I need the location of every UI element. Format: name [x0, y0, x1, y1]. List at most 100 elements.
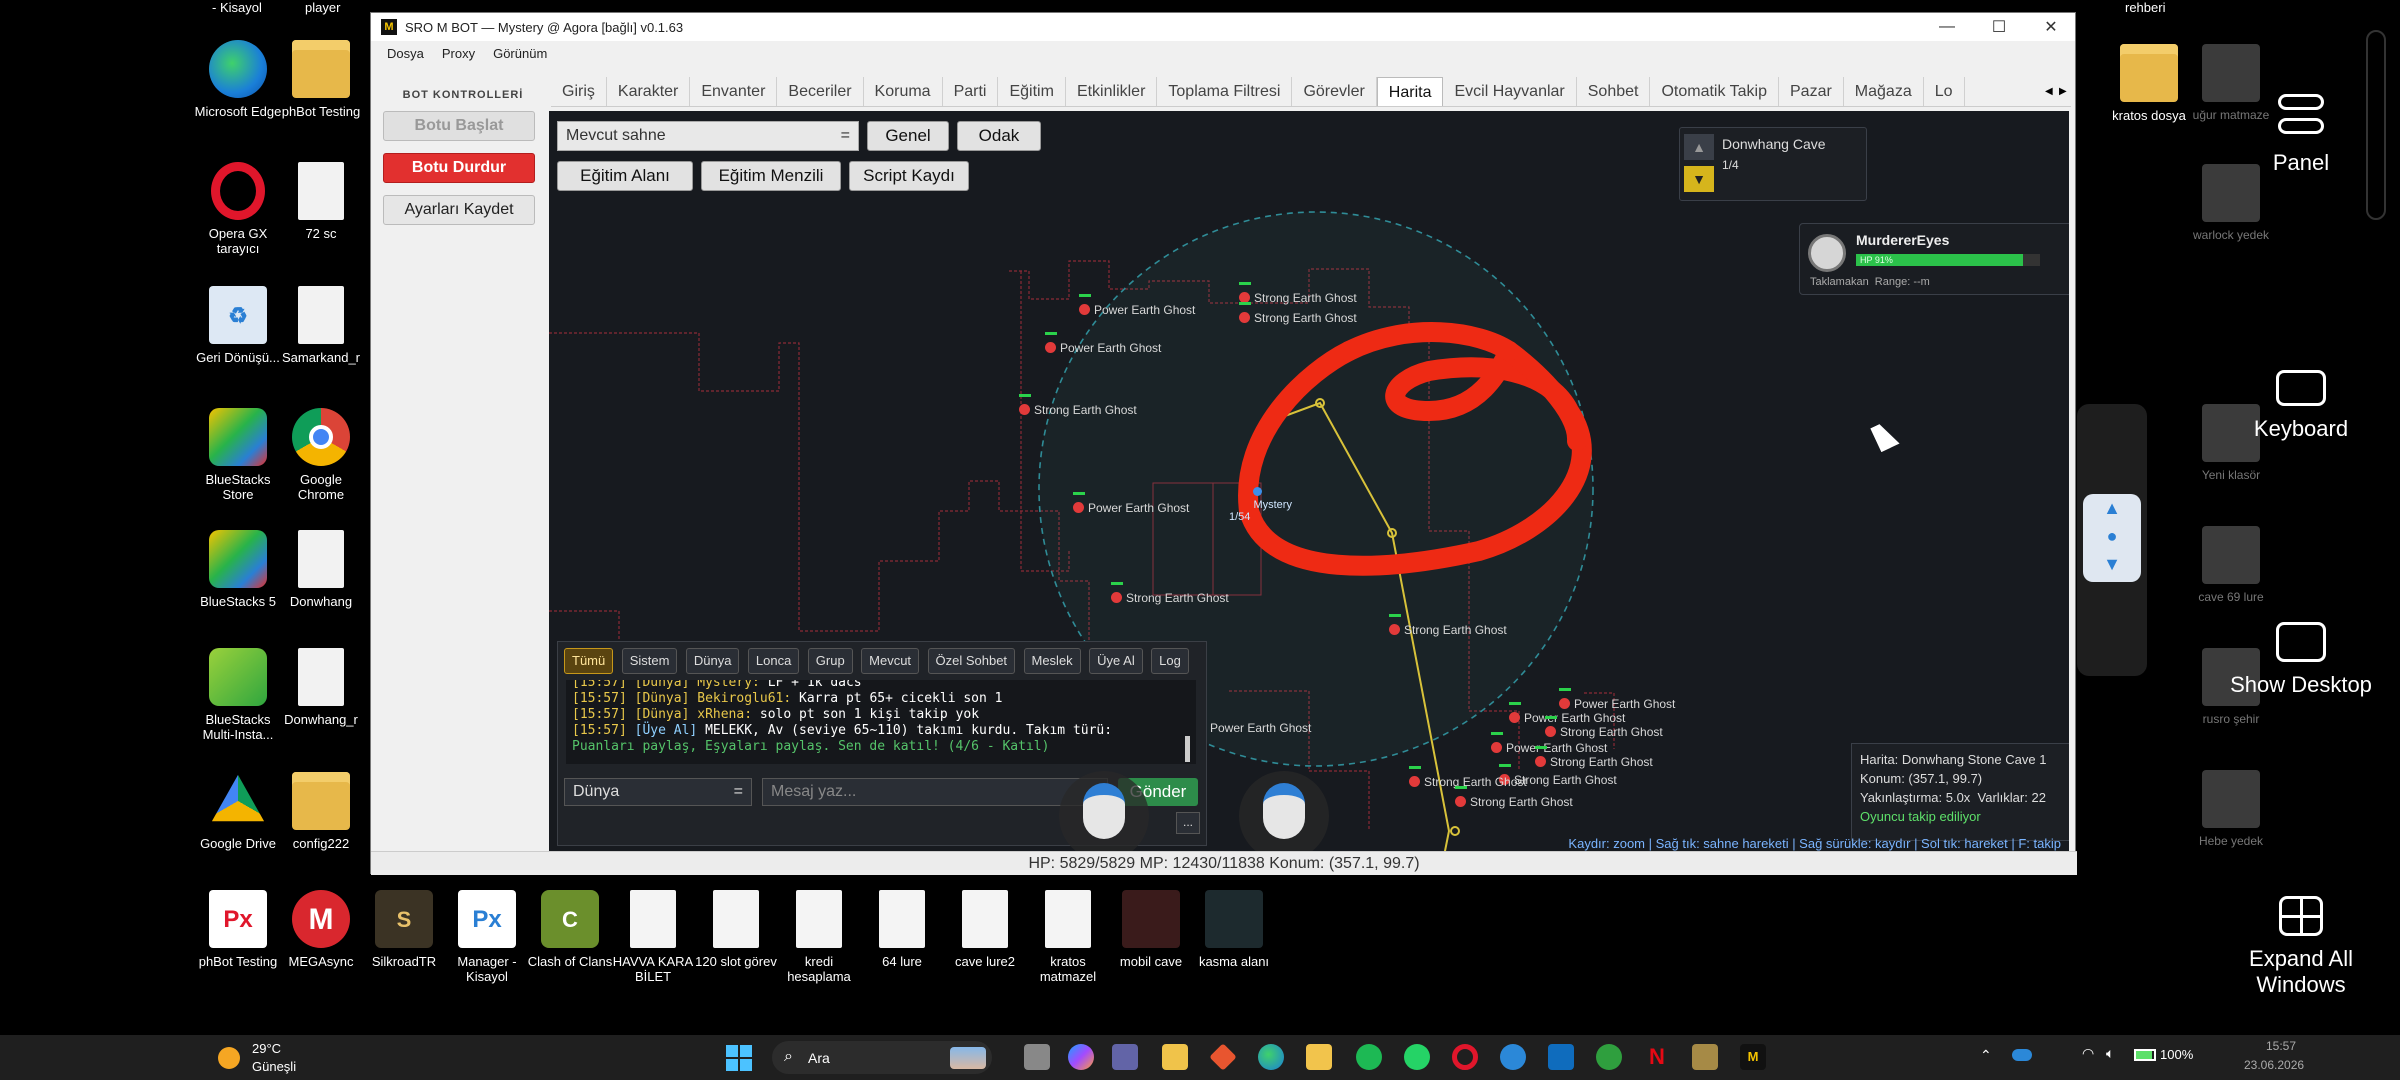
close-button[interactable]: ✕: [2025, 13, 2077, 41]
chat-tab-log[interactable]: Log: [1151, 648, 1189, 674]
tab-magaza[interactable]: Mağaza: [1844, 77, 1924, 106]
sro-bot-taskbar-icon[interactable]: M: [1740, 1044, 1766, 1070]
desktop-icon[interactable]: kratos dosya: [2104, 44, 2194, 123]
chat-tab-private[interactable]: Özel Sohbet: [927, 648, 1016, 674]
tab-gorevler[interactable]: Görevler: [1292, 77, 1377, 106]
chat-log[interactable]: [15:57] [Dünya] Mystery: LF + 1k dacs [1…: [566, 680, 1196, 764]
chat-more-button[interactable]: ...: [1176, 812, 1200, 834]
mob-marker[interactable]: Strong Earth Ghost: [1389, 614, 1507, 637]
keyboard-button[interactable]: Keyboard: [2226, 370, 2376, 442]
focus-button[interactable]: Odak: [957, 121, 1041, 151]
tab-log[interactable]: Lo: [1924, 77, 1965, 106]
chat-tab-group[interactable]: Grup: [807, 648, 853, 674]
desktop-icon[interactable]: Donwhang_r: [276, 648, 366, 727]
mob-marker[interactable]: Strong Earth Ghost: [1455, 786, 1573, 809]
desktop-icon[interactable]: config222: [276, 772, 366, 851]
chat-message-input[interactable]: Mesaj yaz...: [762, 778, 1108, 806]
floor-down-button[interactable]: ▼: [1684, 166, 1714, 192]
desktop-icon[interactable]: kredi hesaplama: [774, 890, 864, 984]
training-range-button[interactable]: Eğitim Menzili: [701, 161, 841, 191]
desktop-icon[interactable]: BlueStacks 5: [193, 530, 283, 609]
tab-scroll-right[interactable]: ▶: [2059, 81, 2071, 103]
mob-marker[interactable]: Strong Earth Ghost: [1111, 582, 1229, 605]
help-icon[interactable]: [1500, 1044, 1526, 1070]
desktop-icon[interactable]: 72 sc: [276, 162, 366, 241]
desktop-icon[interactable]: cave 69 lure: [2186, 526, 2276, 605]
battery-icon[interactable]: [2134, 1049, 2156, 1061]
tab-beceriler[interactable]: Beceriler: [777, 77, 864, 106]
mob-marker[interactable]: Power Earth Ghost: [1559, 688, 1675, 711]
mob-marker[interactable]: Power Earth Ghost: [1195, 712, 1311, 735]
menu-file[interactable]: Dosya: [387, 46, 424, 61]
mob-marker[interactable]: Power Earth Ghost: [1491, 732, 1607, 755]
maximize-button[interactable]: ☐: [1973, 13, 2025, 41]
start-button[interactable]: [726, 1045, 752, 1071]
desktop-icon[interactable]: BlueStacks Store: [193, 408, 283, 502]
menu-view[interactable]: Görünüm: [493, 46, 547, 61]
wifi-icon[interactable]: ◠: [2082, 1045, 2094, 1062]
task-view-icon[interactable]: [1024, 1044, 1050, 1070]
tab-evcil-hayvanlar[interactable]: Evcil Hayvanlar: [1443, 77, 1577, 106]
desktop-icon[interactable]: Hebe yedek: [2186, 770, 2276, 849]
store-icon[interactable]: [1306, 1044, 1332, 1070]
mob-marker[interactable]: Power Earth Ghost: [1045, 332, 1161, 355]
desktop-icon[interactable]: HAVVA KARA BİLET: [608, 890, 698, 984]
desktop-icon[interactable]: mobil cave: [1106, 890, 1196, 969]
mouse-overlay-icon[interactable]: [1059, 771, 1149, 857]
script-record-button[interactable]: Script Kaydı: [849, 161, 969, 191]
player-marker[interactable]: Mystery 1/54: [1229, 475, 1292, 535]
tray-chevron-icon[interactable]: ⌃: [1980, 1047, 1992, 1064]
desktop-icon[interactable]: kasma alanı: [1189, 890, 1279, 969]
weather-widget[interactable]: 29°C Güneşli: [218, 1039, 328, 1077]
desktop-icon[interactable]: Samarkand_r: [276, 286, 366, 365]
mob-marker[interactable]: Power Earth Ghost: [1079, 294, 1195, 317]
edge-taskbar-icon[interactable]: [1258, 1044, 1284, 1070]
chat-tab-all[interactable]: Tümü: [564, 648, 614, 674]
scroll-strip[interactable]: [2366, 30, 2386, 220]
floor-up-button[interactable]: ▲: [1684, 134, 1714, 160]
chat-channel-select[interactable]: Dünya =: [564, 778, 752, 806]
desktop-icon[interactable]: 64 lure: [857, 890, 947, 969]
chat-tab-local[interactable]: Mevcut: [861, 648, 920, 674]
desktop-icon[interactable]: Donwhang: [276, 530, 366, 609]
mob-marker[interactable]: Strong Earth Ghost: [1019, 394, 1137, 417]
tab-harita[interactable]: Harita: [1376, 77, 1444, 106]
desktop-icon[interactable]: Px Manager - Kisayol: [442, 890, 532, 984]
desktop-icon[interactable]: 120 slot görev: [691, 890, 781, 969]
xbox-icon[interactable]: [1596, 1044, 1622, 1070]
tab-pazar[interactable]: Pazar: [1779, 77, 1844, 106]
spotify-icon[interactable]: [1356, 1044, 1382, 1070]
panel-button[interactable]: Panel: [2226, 94, 2376, 176]
mob-marker[interactable]: Strong Earth Ghost: [1535, 746, 1653, 769]
desktop-icon[interactable]: Google Chrome: [276, 408, 366, 502]
desktop-icon[interactable]: Opera GX tarayıcı: [193, 162, 283, 256]
tab-egitim[interactable]: Eğitim: [998, 77, 1066, 106]
chat-tab-job[interactable]: Meslek: [1023, 648, 1081, 674]
volume-icon[interactable]: 🔈︎: [2106, 1045, 2114, 1062]
title-bar[interactable]: M SRO M BOT — Mystery @ Agora [bağlı] v0…: [371, 13, 2075, 41]
tab-scroll-left[interactable]: ◀: [2045, 81, 2057, 103]
mob-marker[interactable]: Power Earth Ghost: [1509, 702, 1625, 725]
save-settings-button[interactable]: Ayarları Kaydet: [383, 195, 535, 225]
chat-tab-system[interactable]: Sistem: [621, 648, 678, 674]
mob-marker[interactable]: Strong Earth Ghost: [1409, 766, 1527, 789]
taskbar-search[interactable]: ⌕ Ara: [772, 1041, 992, 1074]
desktop-icon[interactable]: phBot Testing: [276, 40, 366, 119]
desktop-icon[interactable]: Google Drive: [193, 772, 283, 851]
start-bot-button[interactable]: Botu Başlat: [383, 111, 535, 141]
desktop-icon[interactable]: Px phBot Testing: [193, 890, 283, 969]
copilot-icon[interactable]: [1068, 1044, 1094, 1070]
training-area-button[interactable]: Eğitim Alanı: [557, 161, 693, 191]
game-icon[interactable]: [1692, 1044, 1718, 1070]
mob-marker[interactable]: Strong Earth Ghost: [1239, 302, 1357, 325]
onedrive-icon[interactable]: [2012, 1049, 2032, 1061]
outlook-icon[interactable]: [1548, 1044, 1574, 1070]
whatsapp-icon[interactable]: [1404, 1044, 1430, 1070]
desktop-icon[interactable]: Microsoft Edge: [193, 40, 283, 119]
expand-all-windows-button[interactable]: Expand All Windows: [2226, 896, 2376, 998]
tab-otomatik-takip[interactable]: Otomatik Takip: [1650, 77, 1779, 106]
clock-date[interactable]: 23.06.2026: [2244, 1058, 2304, 1072]
netflix-icon[interactable]: N: [1644, 1044, 1670, 1070]
chat-tab-guild[interactable]: Lonca: [747, 648, 800, 674]
tab-etkinlikler[interactable]: Etkinlikler: [1066, 77, 1158, 106]
